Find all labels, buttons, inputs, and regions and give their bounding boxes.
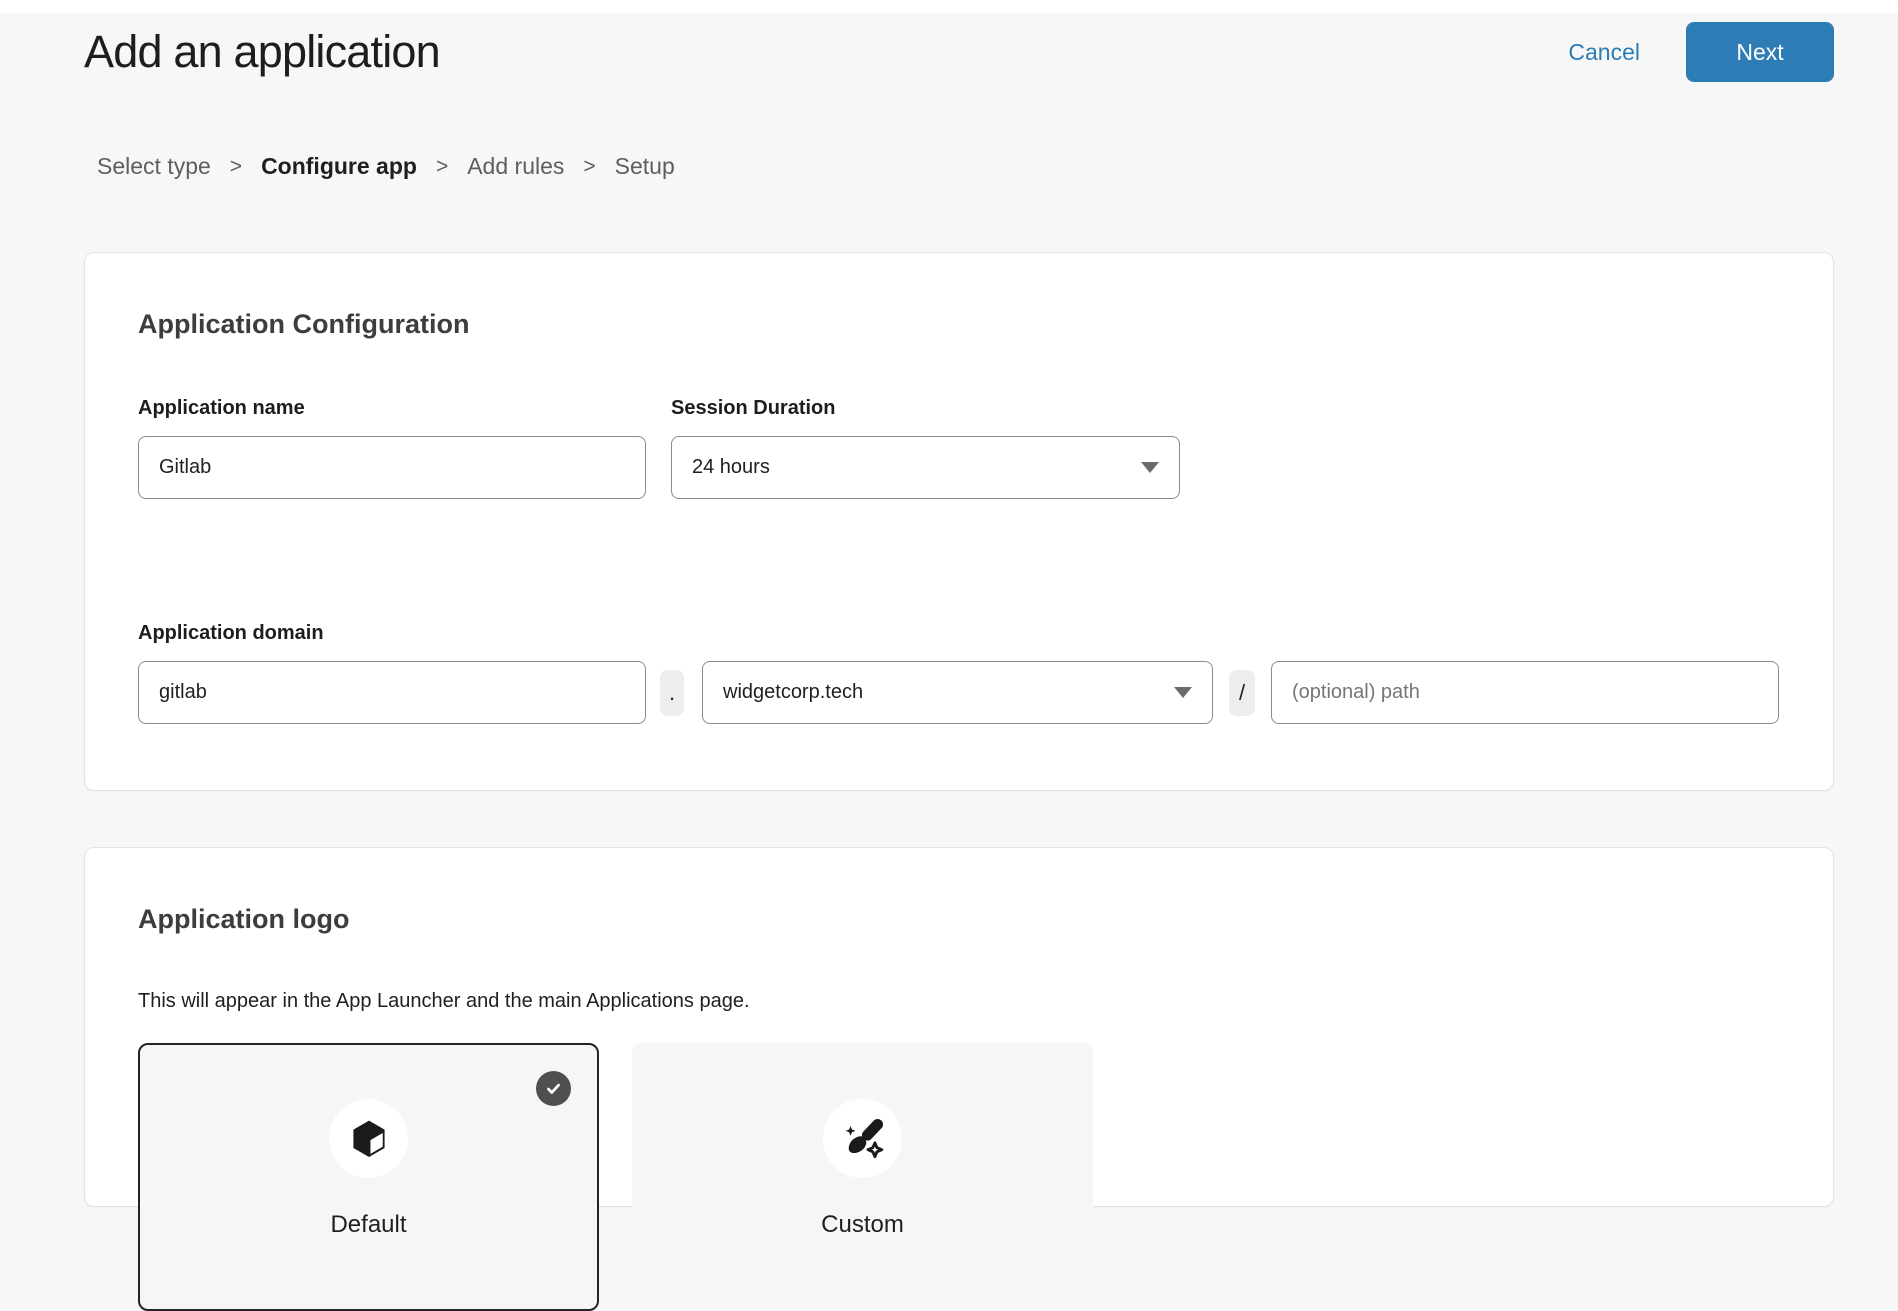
- application-name-input[interactable]: [138, 436, 646, 499]
- check-icon: [536, 1071, 571, 1106]
- breadcrumb-step-configure-app[interactable]: Configure app: [261, 153, 417, 180]
- logo-option-tiles: Default Custom: [138, 1043, 1780, 1311]
- paintbrush-icon: [837, 1113, 889, 1165]
- session-duration-field: Session Duration 24 hours: [671, 394, 1180, 499]
- breadcrumb-separator: >: [436, 155, 448, 179]
- page-header: Add an application Cancel Next: [84, 21, 1834, 83]
- cancel-button[interactable]: Cancel: [1568, 39, 1640, 66]
- chevron-down-icon: [1141, 462, 1159, 473]
- application-logo-card: Application logo This will appear in the…: [84, 847, 1834, 1207]
- application-domain-label: Application domain: [138, 619, 1780, 647]
- custom-logo-circle: [823, 1099, 902, 1178]
- header-actions: Cancel Next: [1568, 22, 1834, 82]
- subdomain-input[interactable]: [138, 661, 646, 724]
- domain-select-value: widgetcorp.tech: [723, 681, 863, 704]
- logo-option-label: Custom: [821, 1211, 904, 1239]
- breadcrumb-separator: >: [583, 155, 595, 179]
- application-logo-heading: Application logo: [138, 904, 1780, 935]
- application-configuration-heading: Application Configuration: [138, 309, 1780, 340]
- domain-select[interactable]: widgetcorp.tech: [702, 661, 1213, 724]
- top-nav-remnant: [0, 0, 1898, 13]
- path-input[interactable]: [1271, 661, 1779, 724]
- name-session-row: Application name Session Duration 24 hou…: [138, 394, 1780, 499]
- cube-icon: [347, 1117, 391, 1161]
- application-logo-description: This will appear in the App Launcher and…: [138, 988, 1780, 1014]
- logo-option-custom[interactable]: Custom: [632, 1043, 1093, 1311]
- breadcrumb-step-select-type[interactable]: Select type: [97, 153, 211, 180]
- application-name-field: Application name: [138, 394, 646, 499]
- page-title: Add an application: [84, 26, 440, 78]
- logo-option-default[interactable]: Default: [138, 1043, 599, 1311]
- breadcrumb-step-setup[interactable]: Setup: [615, 153, 675, 180]
- next-button[interactable]: Next: [1686, 22, 1834, 82]
- logo-option-label: Default: [330, 1211, 406, 1239]
- session-duration-select[interactable]: 24 hours: [671, 436, 1180, 499]
- breadcrumb-step-add-rules[interactable]: Add rules: [467, 153, 564, 180]
- session-duration-value: 24 hours: [692, 456, 770, 479]
- slash-separator: /: [1229, 670, 1255, 716]
- application-configuration-card: Application Configuration Application na…: [84, 252, 1834, 791]
- session-duration-label: Session Duration: [671, 394, 1180, 422]
- breadcrumb: Select type > Configure app > Add rules …: [97, 153, 1834, 180]
- default-logo-circle: [329, 1099, 408, 1178]
- application-domain-row: . widgetcorp.tech /: [138, 661, 1780, 724]
- application-name-label: Application name: [138, 394, 646, 422]
- add-application-page: Add an application Cancel Next Select ty…: [0, 21, 1898, 1207]
- breadcrumb-separator: >: [230, 155, 242, 179]
- dot-separator: .: [660, 670, 684, 716]
- chevron-down-icon: [1174, 687, 1192, 698]
